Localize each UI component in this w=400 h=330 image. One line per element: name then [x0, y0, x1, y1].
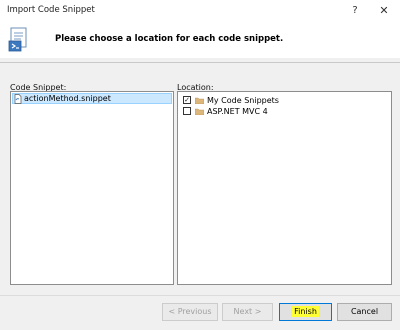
instruction-text: Please choose a location for each code s… [55, 34, 284, 44]
dialog-header: Please choose a location for each code s… [0, 22, 400, 58]
folder-icon [195, 97, 204, 104]
folder-icon [195, 108, 204, 115]
snippet-file-icon [14, 94, 22, 104]
location-tree[interactable]: ✓ My Code Snippets ASP.NET MVC 4 [177, 91, 392, 285]
location-item-aspnet-mvc-4[interactable]: ASP.NET MVC 4 [182, 106, 387, 117]
snippet-document-icon [8, 27, 27, 52]
window-title: Import Code Snippet [7, 5, 95, 15]
location-checkbox[interactable] [183, 107, 191, 115]
header-divider [0, 62, 400, 63]
location-name: ASP.NET MVC 4 [207, 107, 268, 116]
cancel-button[interactable]: Cancel [337, 303, 392, 321]
location-item-my-code-snippets[interactable]: ✓ My Code Snippets [182, 95, 387, 106]
previous-button[interactable]: < Previous [162, 303, 218, 321]
footer-divider [0, 295, 400, 296]
title-bar: Import Code Snippet ? ✕ [0, 0, 400, 22]
help-button[interactable]: ? [346, 3, 364, 19]
snippet-name: actionMethod.snippet [24, 94, 111, 103]
location-checkbox[interactable]: ✓ [183, 96, 191, 104]
finish-button[interactable]: Finish [279, 303, 332, 321]
snippet-list-item[interactable]: actionMethod.snippet [12, 93, 172, 104]
location-name: My Code Snippets [207, 96, 279, 105]
next-button[interactable]: Next > [222, 303, 273, 321]
close-button[interactable]: ✕ [374, 3, 394, 19]
code-snippet-list[interactable]: actionMethod.snippet [10, 91, 174, 285]
finish-button-label: Finish [292, 306, 319, 317]
